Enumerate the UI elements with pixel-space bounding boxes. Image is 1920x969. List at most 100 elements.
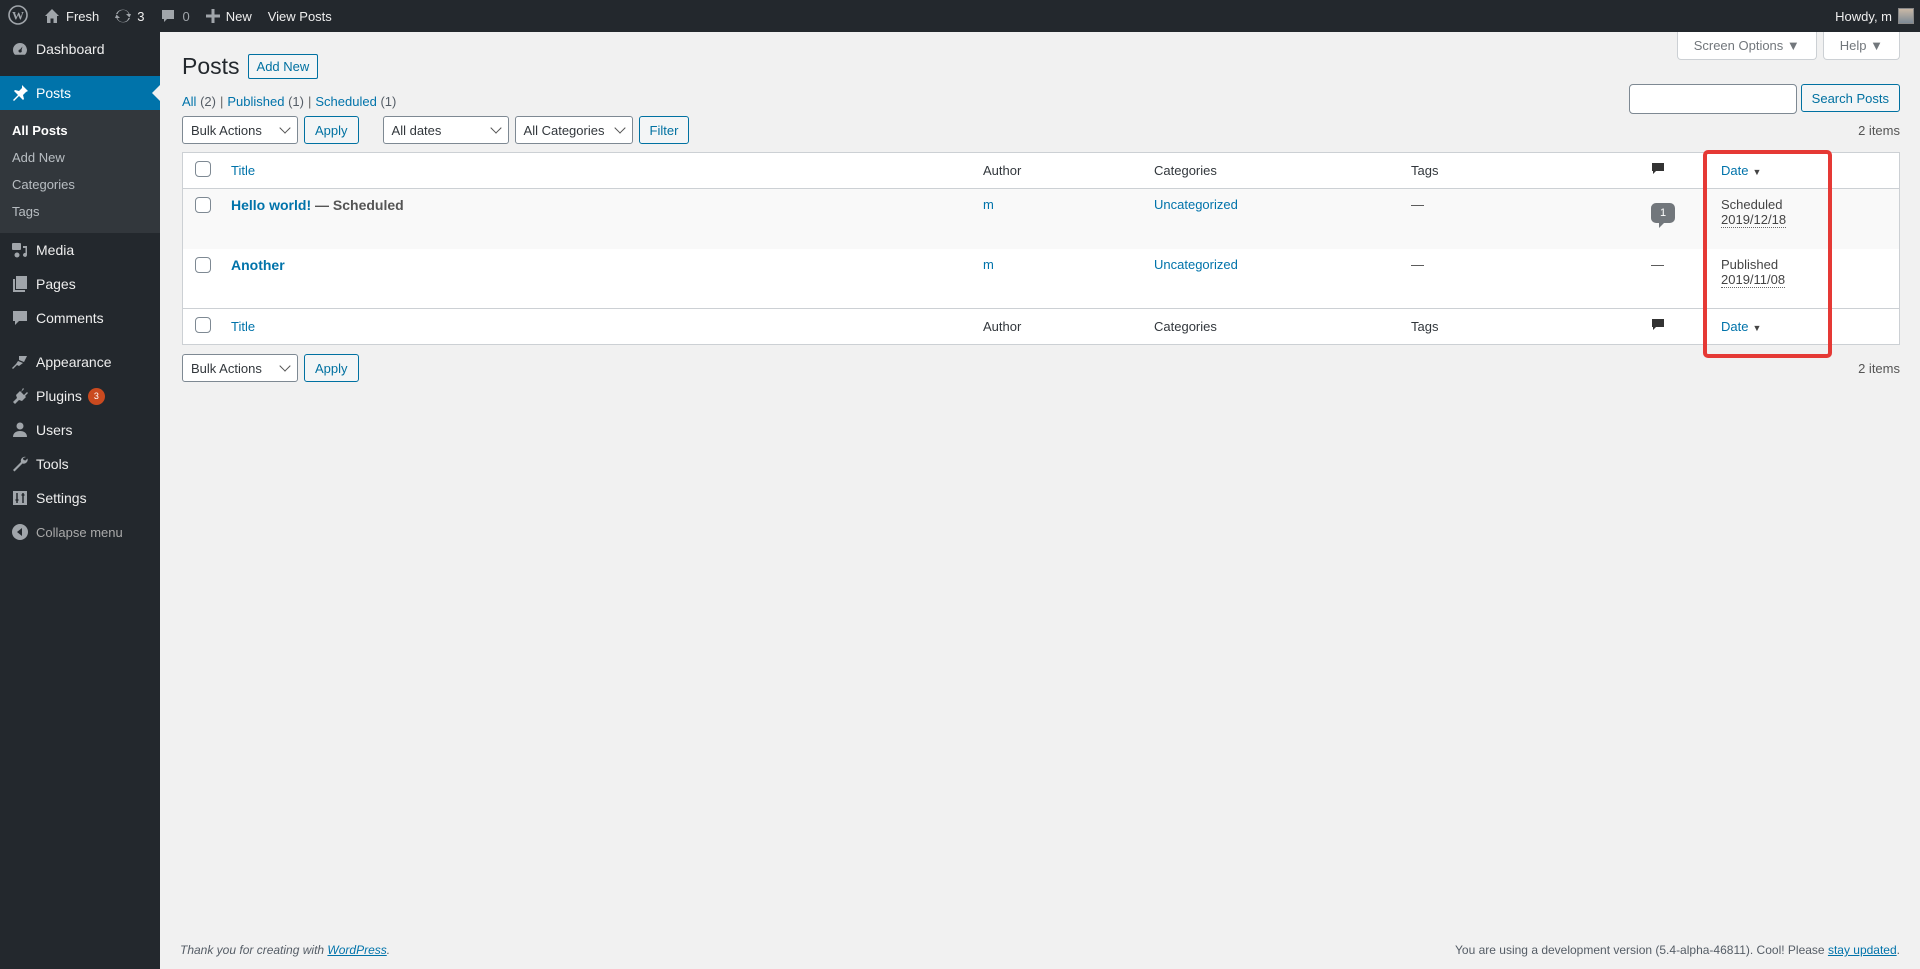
table-row: Hello world! — Scheduled m Uncategorized…: [182, 188, 1900, 249]
bulk-actions-select-bottom[interactable]: Bulk Actions: [182, 354, 298, 382]
updates-icon: [115, 8, 132, 24]
submenu-add-new[interactable]: Add New: [0, 144, 160, 171]
view-scheduled[interactable]: Scheduled (1): [315, 94, 396, 109]
plus-icon: [205, 9, 220, 23]
search-input[interactable]: [1628, 84, 1797, 114]
plugins-update-badge: 3: [87, 387, 105, 405]
comments-column-icon: [1651, 163, 1665, 179]
updates-menu[interactable]: 3: [107, 0, 152, 32]
sort-desc-icon: ▼: [1752, 323, 1762, 333]
sidebar-item-pages[interactable]: Pages: [0, 267, 160, 301]
pin-icon: [10, 83, 30, 103]
title-column-sort-footer[interactable]: Title: [231, 319, 255, 334]
author-link[interactable]: m: [983, 197, 994, 212]
comments-column-icon: [1651, 319, 1665, 335]
sidebar-item-posts[interactable]: Posts: [0, 76, 160, 110]
footer: Thank you for creating with WordPress. Y…: [180, 943, 1900, 957]
filter-button[interactable]: Filter: [638, 116, 690, 144]
help-button[interactable]: Help ▼: [1822, 32, 1900, 60]
wordpress-link[interactable]: WordPress: [327, 943, 386, 957]
submenu-all-posts[interactable]: All Posts: [0, 117, 160, 144]
sidebar-item-users[interactable]: Users: [0, 413, 160, 447]
collapse-menu-button[interactable]: Collapse menu: [0, 515, 160, 549]
category-link[interactable]: Uncategorized: [1154, 197, 1238, 212]
settings-icon: [10, 488, 30, 508]
add-new-button[interactable]: Add New: [247, 54, 319, 79]
admin-bar: W Fresh 3 0 New View Posts Howdy, m: [0, 0, 1920, 32]
submenu-categories[interactable]: Categories: [0, 171, 160, 198]
post-title-link[interactable]: Another: [231, 257, 285, 273]
chevron-down-icon: [279, 360, 291, 372]
pages-icon: [10, 274, 30, 294]
submenu-tags[interactable]: Tags: [0, 198, 160, 225]
site-name: Fresh: [66, 8, 100, 24]
posts-submenu: All Posts Add New Categories Tags: [0, 110, 160, 233]
sidebar-label: Pages: [36, 276, 76, 292]
date-column-sort-footer[interactable]: Date ▼: [1721, 319, 1761, 334]
search-box: Search Posts: [1628, 84, 1900, 114]
sidebar-label: Settings: [36, 490, 87, 506]
comment-count-bubble[interactable]: 1: [1651, 203, 1675, 228]
select-all-checkbox-footer[interactable]: [195, 317, 211, 333]
category-filter-select[interactable]: All Categories: [514, 116, 633, 144]
page-title: Posts: [182, 53, 240, 79]
sidebar-label: Users: [36, 422, 73, 438]
comments-menu[interactable]: 0: [152, 0, 197, 32]
screen-options-button[interactable]: Screen Options ▼: [1676, 32, 1817, 60]
sidebar-item-appearance[interactable]: Appearance: [0, 345, 160, 379]
sidebar-item-media[interactable]: Media: [0, 233, 160, 267]
stay-updated-link[interactable]: stay updated: [1828, 943, 1897, 957]
select-all-checkbox[interactable]: [195, 161, 211, 177]
sort-desc-icon: ▼: [1752, 167, 1762, 177]
tablenav-bottom: Bulk Actions Apply 2 items: [182, 353, 1900, 383]
post-title-link[interactable]: Hello world!: [231, 197, 311, 213]
footer-thankyou: Thank you for creating with WordPress.: [180, 943, 391, 957]
items-count-bottom: 2 items: [1858, 360, 1900, 376]
apply-button[interactable]: Apply: [304, 116, 359, 144]
post-state: — Scheduled: [311, 197, 404, 213]
sidebar-item-comments[interactable]: Comments: [0, 301, 160, 335]
main-content: Screen Options ▼ Help ▼ Posts Add New Al…: [160, 32, 1920, 969]
tags-value: —: [1411, 197, 1424, 212]
dashboard-icon: [10, 39, 30, 59]
sidebar-item-dashboard[interactable]: Dashboard: [0, 32, 160, 66]
category-link[interactable]: Uncategorized: [1154, 257, 1238, 272]
site-name-menu[interactable]: Fresh: [36, 0, 107, 32]
row-checkbox[interactable]: [195, 256, 211, 273]
view-all[interactable]: All (2): [182, 94, 216, 109]
view-posts-link[interactable]: View Posts: [260, 0, 340, 32]
brush-icon: [10, 352, 30, 372]
sidebar-item-settings[interactable]: Settings: [0, 481, 160, 515]
chevron-down-icon: [613, 122, 626, 134]
bulk-actions-select[interactable]: Bulk Actions: [182, 116, 298, 144]
screen-meta-links: Screen Options ▼ Help ▼: [1676, 32, 1900, 60]
collapse-icon: [10, 522, 30, 542]
collapse-label: Collapse menu: [36, 524, 123, 540]
row-checkbox[interactable]: [195, 197, 211, 213]
post-date: 2019/12/18: [1721, 212, 1787, 228]
chevron-down-icon: [489, 122, 502, 134]
plugin-icon: [10, 386, 30, 406]
wordpress-logo-menu[interactable]: W: [0, 0, 36, 32]
search-posts-button[interactable]: Search Posts: [1800, 84, 1900, 112]
date-status: Published: [1721, 256, 1779, 272]
comment-count: —: [1651, 256, 1664, 272]
author-column-header: Author: [983, 163, 1022, 178]
new-content-menu[interactable]: New: [198, 0, 260, 32]
apply-button-bottom[interactable]: Apply: [304, 354, 359, 382]
tags-column-footer: Tags: [1411, 319, 1439, 334]
wrench-icon: [10, 454, 30, 474]
date-column-sort[interactable]: Date ▼: [1721, 163, 1761, 178]
sidebar-item-tools[interactable]: Tools: [0, 447, 160, 481]
categories-column-header: Categories: [1154, 163, 1217, 178]
date-filter-select[interactable]: All dates: [382, 116, 509, 144]
my-account-menu[interactable]: Howdy, m: [1835, 8, 1920, 24]
sidebar-item-plugins[interactable]: Plugins 3: [0, 379, 160, 413]
comments-icon: [10, 308, 30, 328]
categories-column-footer: Categories: [1154, 319, 1217, 334]
title-column-sort[interactable]: Title: [231, 163, 255, 178]
view-posts-label: View Posts: [267, 8, 332, 24]
author-link[interactable]: m: [983, 257, 994, 272]
view-published[interactable]: Published (1): [227, 94, 304, 109]
sidebar-label: Posts: [36, 85, 72, 101]
